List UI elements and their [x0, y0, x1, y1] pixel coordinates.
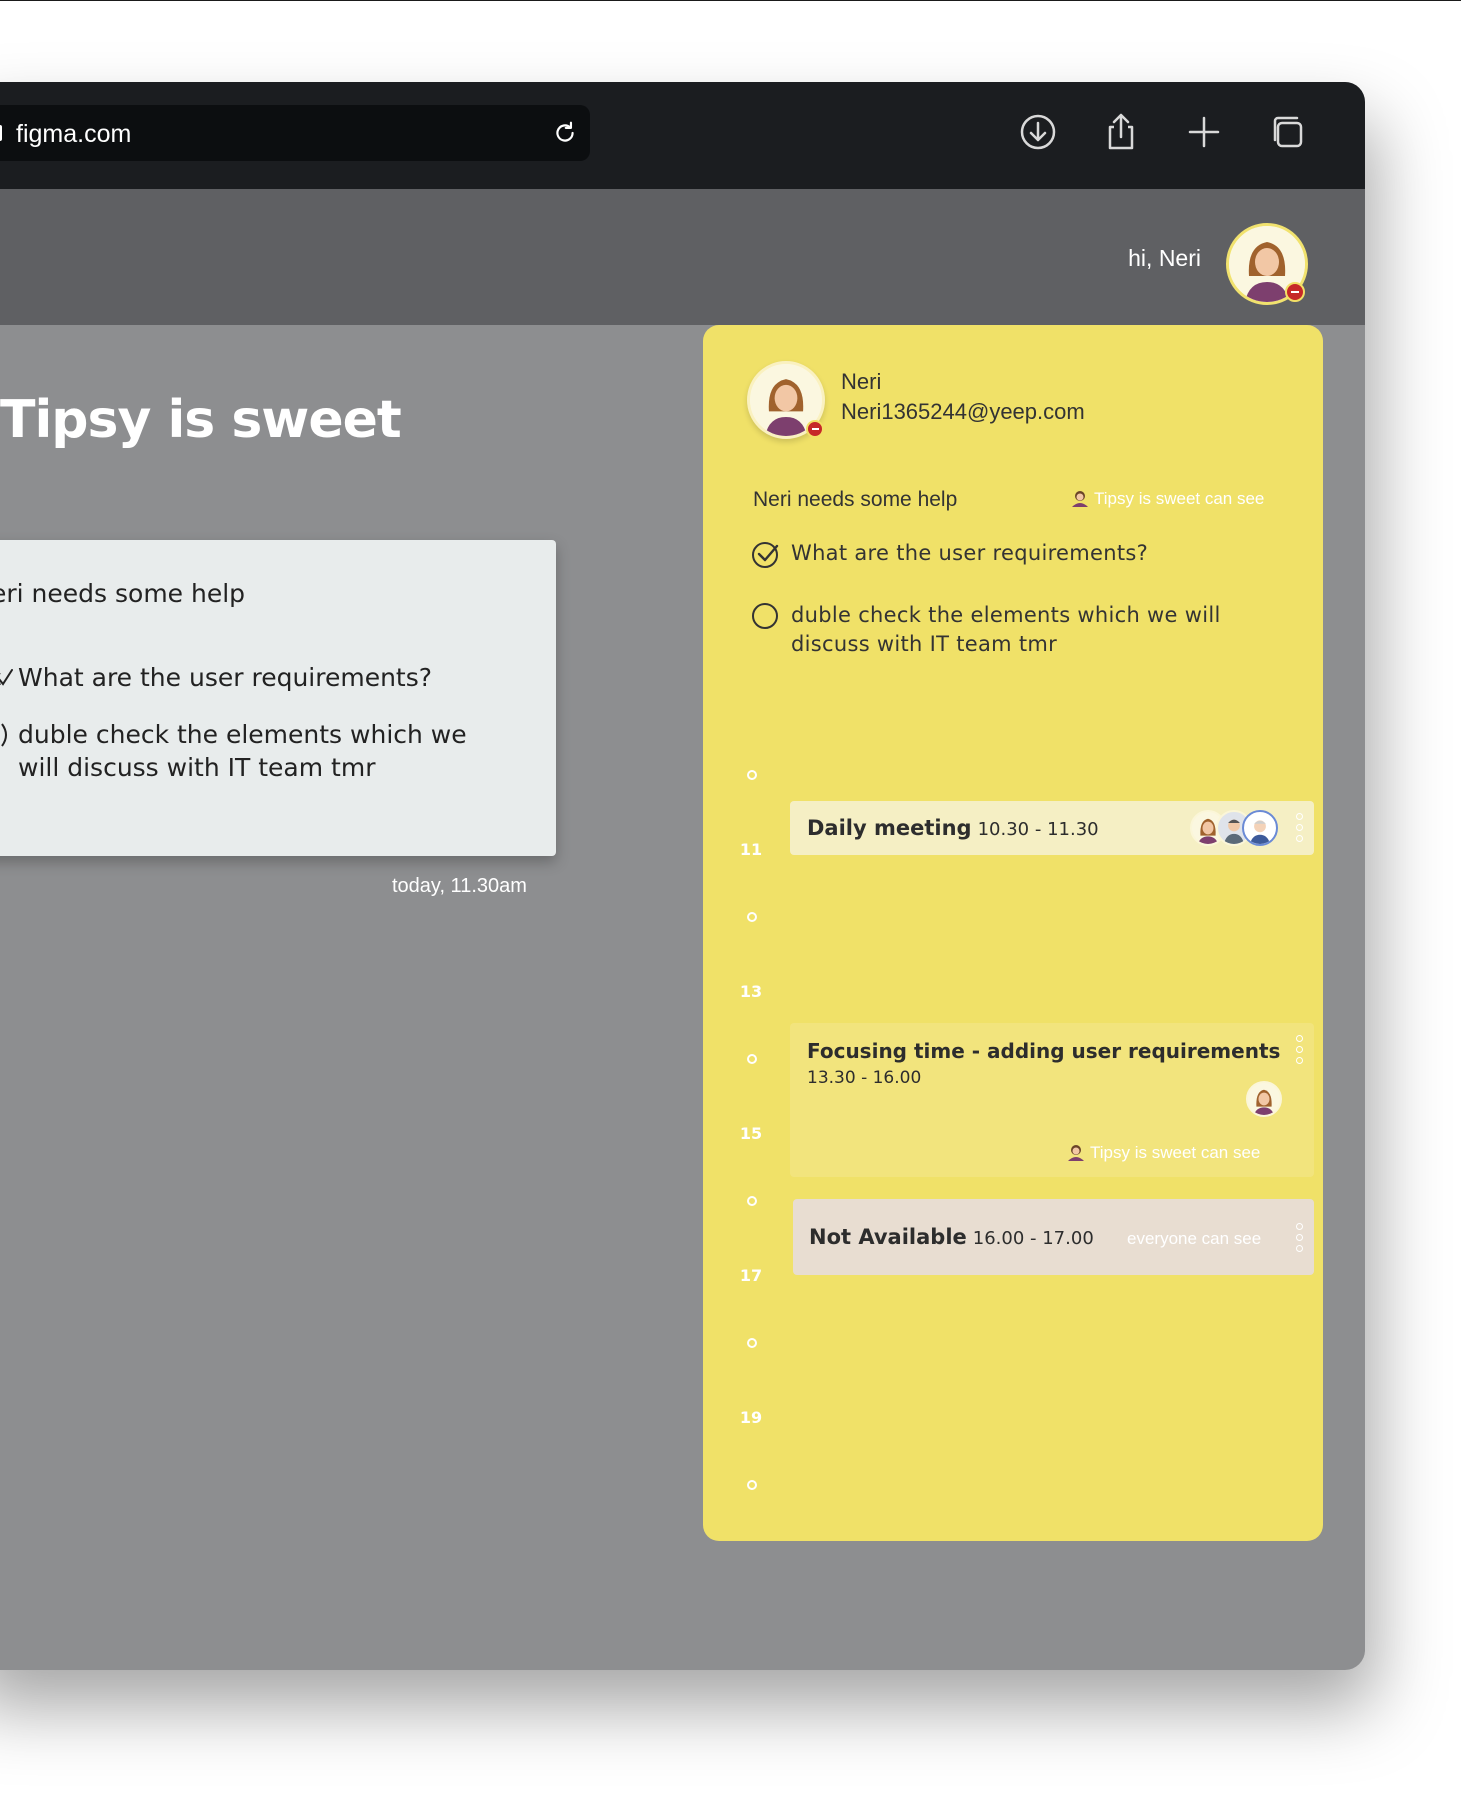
event-name: Not Available	[809, 1225, 967, 1249]
help-note-card[interactable]: eri needs some help What are the user re…	[0, 540, 556, 856]
event-visibility-text: Tipsy is sweet can see	[1090, 1143, 1261, 1162]
hour-label: 11	[739, 840, 763, 859]
hour-label: 13	[739, 982, 763, 1001]
event-visibility: everyone can see	[1127, 1229, 1262, 1248]
note-heading: eri needs some help	[0, 579, 246, 608]
plus-icon[interactable]	[1184, 112, 1224, 152]
more-options-icon[interactable]	[1296, 1223, 1304, 1253]
reload-icon[interactable]	[552, 120, 578, 146]
half-hour-marker	[747, 1196, 757, 1206]
empty-circle-icon[interactable]	[0, 722, 14, 748]
share-icon[interactable]	[1101, 112, 1141, 152]
app-header: hi, Neri	[0, 189, 1365, 325]
half-hour-marker	[747, 912, 757, 922]
avatar-illustration	[1253, 1089, 1275, 1115]
half-hour-marker	[747, 770, 757, 780]
more-options-icon[interactable]	[1296, 813, 1304, 843]
busy-status-badge	[806, 420, 824, 438]
event-name: Focusing time - adding user requirements	[807, 1039, 1281, 1063]
group-icon	[1068, 1145, 1084, 1161]
help-visibility-text: Tipsy is sweet can see	[1094, 489, 1265, 508]
hour-label: 17	[739, 1266, 763, 1285]
help-title: Neri needs some help	[753, 488, 958, 511]
event-daily-meeting[interactable]: Daily meeting 10.30 - 11.30	[790, 801, 1314, 855]
todo-item-1: What are the user requirements?	[791, 541, 1149, 565]
check-circle-icon[interactable]	[0, 665, 14, 691]
event-title: Not Available 16.00 - 17.00	[809, 1225, 1094, 1249]
panel-user-avatar[interactable]	[747, 361, 825, 439]
hour-label: 15	[739, 1124, 763, 1143]
top-border	[0, 0, 1461, 1]
address-bar[interactable]: figma.com	[0, 105, 590, 161]
event-time: 13.30 - 16.00	[807, 1068, 922, 1088]
half-hour-marker	[747, 1338, 757, 1348]
check-circle-icon[interactable]	[749, 538, 781, 570]
half-hour-marker	[747, 1480, 757, 1490]
event-time: 16.00 - 17.00	[972, 1228, 1094, 1249]
user-avatar[interactable]	[1226, 223, 1308, 305]
url-text: figma.com	[16, 120, 132, 148]
help-visibility: Tipsy is sweet can see	[1070, 489, 1264, 509]
note-item-1: What are the user requirements?	[18, 663, 433, 692]
tabs-icon[interactable]	[1267, 112, 1307, 152]
half-hour-marker	[747, 1054, 757, 1064]
download-icon[interactable]	[1018, 112, 1058, 152]
avatar-illustration	[1249, 820, 1271, 844]
user-detail-panel: Neri Neri1365244@yeep.com Neri needs som…	[703, 325, 1323, 1541]
event-visibility: Tipsy is sweet can see	[1066, 1143, 1260, 1163]
note-timestamp: today, 11.30am	[392, 875, 527, 897]
note-item-2: duble check the elements which we will d…	[18, 720, 467, 782]
browser-toolbar: figma.com	[0, 82, 1365, 189]
lock-icon	[0, 125, 2, 141]
event-time: 10.30 - 11.30	[977, 819, 1099, 840]
panel-user-name: Neri	[841, 369, 882, 394]
attendee-avatar[interactable]	[1242, 810, 1278, 846]
event-title: Daily meeting 10.30 - 11.30	[807, 816, 1099, 840]
busy-status-badge	[1285, 282, 1305, 302]
event-name: Daily meeting	[807, 816, 972, 840]
panel-user-email[interactable]: Neri1365244@yeep.com	[841, 399, 1085, 425]
attendee-avatar[interactable]	[1246, 1081, 1282, 1117]
todo-item-2: duble check the elements which we will d…	[791, 603, 1221, 656]
browser-window: figma.com hi, Neri Tipsy is sweet eri ne…	[0, 82, 1365, 1670]
group-icon	[1072, 491, 1088, 507]
event-not-available[interactable]: Not Available 16.00 - 17.00 everyone can …	[793, 1199, 1314, 1275]
empty-circle-icon[interactable]	[749, 600, 781, 632]
channel-title: Tipsy is sweet	[0, 390, 402, 450]
event-focusing-time[interactable]: Focusing time - adding user requirements…	[790, 1023, 1314, 1177]
user-greeting: hi, Neri	[1128, 245, 1201, 271]
hour-label: 19	[739, 1408, 763, 1427]
more-options-icon[interactable]	[1296, 1035, 1304, 1065]
